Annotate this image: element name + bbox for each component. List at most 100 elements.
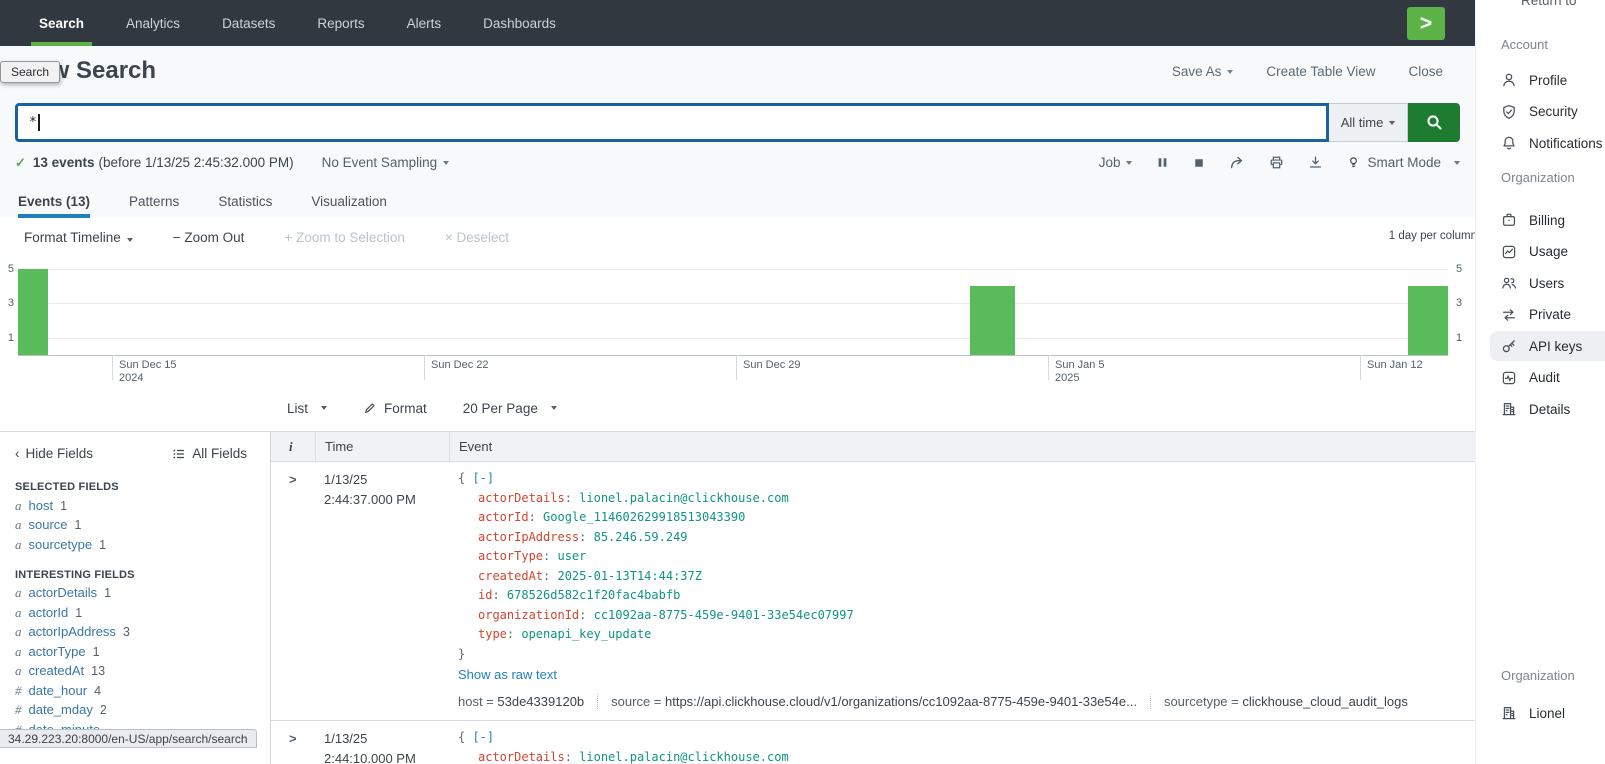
list-icon <box>172 447 186 461</box>
event-sampling-dropdown[interactable]: No Event Sampling <box>322 155 450 170</box>
stop-button[interactable] <box>1193 157 1205 169</box>
download-icon <box>1308 155 1323 170</box>
gridline <box>18 303 1448 304</box>
nav-item-analytics[interactable]: Analytics <box>105 0 201 46</box>
zoom-to-selection-button[interactable]: + Zoom to Selection <box>284 230 404 245</box>
gridline <box>18 269 1448 270</box>
panel-item-users[interactable]: Users <box>1476 268 1605 298</box>
field-date_hour[interactable]: #date_hour4 <box>0 681 270 701</box>
all-fields-button[interactable]: All Fields <box>172 446 247 461</box>
field-actorDetails[interactable]: aactorDetails1 <box>0 584 270 604</box>
arrows-icon <box>1501 307 1517 323</box>
field-sourcetype[interactable]: asourcetype1 <box>0 535 270 555</box>
field-name: date_mday <box>29 703 93 718</box>
splunk-logo-icon[interactable]: > <box>1407 7 1445 40</box>
zoom-out-button[interactable]: − Zoom Out <box>173 230 245 245</box>
tab-events[interactable]: Events (13) <box>18 186 90 217</box>
share-icon <box>1229 155 1245 171</box>
search-button[interactable] <box>1408 103 1460 142</box>
selected-fields-list: ahost1asource1asourcetype1 <box>0 496 270 555</box>
nav-item-datasets[interactable]: Datasets <box>201 0 296 46</box>
json-key: actorDetails <box>478 491 565 505</box>
pause-button[interactable] <box>1156 156 1169 169</box>
panel-item-audit[interactable]: Audit <box>1476 363 1605 393</box>
field-host[interactable]: ahost1 <box>0 496 270 516</box>
field-actorType[interactable]: aactorType1 <box>0 642 270 662</box>
panel-item-usage[interactable]: Usage <box>1476 237 1605 267</box>
field-actorId[interactable]: aactorId1 <box>0 603 270 623</box>
panel-item-notifications[interactable]: Notifications <box>1476 128 1605 158</box>
event-time-cell: 1/13/252:44:10.000 PM <box>315 721 449 764</box>
search-input[interactable]: * <box>15 103 1329 142</box>
check-icon: ✓ <box>15 155 26 171</box>
search-mode-selector[interactable]: Smart Mode <box>1347 155 1460 170</box>
field-actorIpAddress[interactable]: aactorIpAddress3 <box>0 623 270 643</box>
create-table-view-button[interactable]: Create Table View <box>1266 64 1375 79</box>
job-menu-button[interactable]: Job <box>1099 155 1133 170</box>
interesting-fields-header: INTERESTING FIELDS <box>0 569 270 581</box>
nav-item-search[interactable]: Search <box>18 0 105 46</box>
pause-icon <box>1156 156 1169 169</box>
panel-item-private[interactable]: Private <box>1476 300 1605 330</box>
close-button[interactable]: Close <box>1408 64 1443 79</box>
timeline-bar[interactable] <box>970 286 1015 355</box>
format-timeline-dropdown[interactable]: Format Timeline <box>24 230 133 245</box>
json-pair-line: actorId: Google_114602629918513043390 <box>458 508 1475 528</box>
timeline-bar[interactable] <box>18 269 48 355</box>
panel-item-profile[interactable]: Profile <box>1476 65 1605 95</box>
nav-item-dashboards[interactable]: Dashboards <box>462 0 577 46</box>
tab-visualization[interactable]: Visualization <box>311 186 387 217</box>
json-pair-line: type: openapi_key_update <box>458 625 1475 645</box>
panel-item-billing[interactable]: Billing <box>1476 205 1605 235</box>
format-results-button[interactable]: Format <box>363 401 427 416</box>
save-as-button[interactable]: Save As <box>1172 64 1234 79</box>
panel-item-lionel[interactable]: Lionel <box>1476 698 1605 728</box>
hide-fields-button[interactable]: ‹Hide Fields <box>15 446 93 461</box>
meta-field-sourcetype[interactable]: sourcetype = clickhouse_cloud_audit_logs <box>1150 694 1421 709</box>
person-icon <box>1501 72 1517 88</box>
tab-patterns[interactable]: Patterns <box>129 186 179 217</box>
field-source[interactable]: asource1 <box>0 516 270 536</box>
json-pair-line: organizationId: cc1092aa-8775-459e-9401-… <box>458 606 1475 626</box>
list-view-dropdown[interactable]: List <box>287 401 327 416</box>
events-table: i Time Event >1/13/252:44:37.000 PM{ [-]… <box>271 432 1475 764</box>
event-expand-chevron-icon[interactable]: > <box>271 721 315 764</box>
column-header-event: Event <box>449 432 1475 461</box>
timeline-scale-note: 1 day per column <box>1389 230 1477 242</box>
timeline-bar[interactable] <box>1408 286 1448 355</box>
nav-item-reports[interactable]: Reports <box>296 0 385 46</box>
meta-field-value: 53de4339120b <box>497 694 584 709</box>
time-range-picker[interactable]: All time <box>1329 103 1408 142</box>
timeline-plot-area[interactable]: 553311Sun Dec 152024Sun Dec 22Sun Dec 29… <box>18 258 1448 356</box>
json-pair-line: actorIpAddress: 85.246.59.249 <box>458 528 1475 548</box>
json-collapse-link[interactable]: [-] <box>472 471 494 485</box>
field-date_mday[interactable]: #date_mday2 <box>0 701 270 721</box>
nav-item-alerts[interactable]: Alerts <box>386 0 463 46</box>
share-button[interactable] <box>1229 155 1245 171</box>
deselect-button[interactable]: × Deselect <box>445 230 509 245</box>
meta-field-source[interactable]: source = https://api.clickhouse.cloud/v1… <box>597 694 1150 709</box>
event-expand-chevron-icon[interactable]: > <box>271 462 315 720</box>
field-name: actorId <box>29 606 69 621</box>
json-collapse-link[interactable]: [-] <box>472 730 494 744</box>
json-colon: : <box>579 530 593 544</box>
field-count: 1 <box>99 538 106 553</box>
panel-item-label: API keys <box>1529 339 1582 354</box>
show-as-raw-text-link[interactable]: Show as raw text <box>458 667 557 682</box>
x-axis-tick <box>424 355 425 380</box>
x-axis-label: Sun Jan 52025 <box>1055 359 1105 385</box>
per-page-dropdown[interactable]: 20 Per Page <box>463 401 557 416</box>
meta-field-host[interactable]: host = 53de4339120b <box>458 694 597 709</box>
panel-item-details[interactable]: Details <box>1476 394 1605 424</box>
return-to-link[interactable]: Return to <box>1521 0 1577 8</box>
panel-item-api-keys[interactable]: API keys <box>1490 331 1605 361</box>
building-icon <box>1501 705 1517 721</box>
print-button[interactable] <box>1269 155 1284 170</box>
tab-statistics[interactable]: Statistics <box>218 186 272 217</box>
panel-item-security[interactable]: Security <box>1476 97 1605 127</box>
field-createdAt[interactable]: acreatedAt13 <box>0 662 270 682</box>
json-value: lionel.palacin@clickhouse.com <box>579 750 789 764</box>
text-field-type-icon: a <box>15 538 22 553</box>
download-button[interactable] <box>1308 155 1323 170</box>
panel-item-label: Profile <box>1529 73 1567 88</box>
